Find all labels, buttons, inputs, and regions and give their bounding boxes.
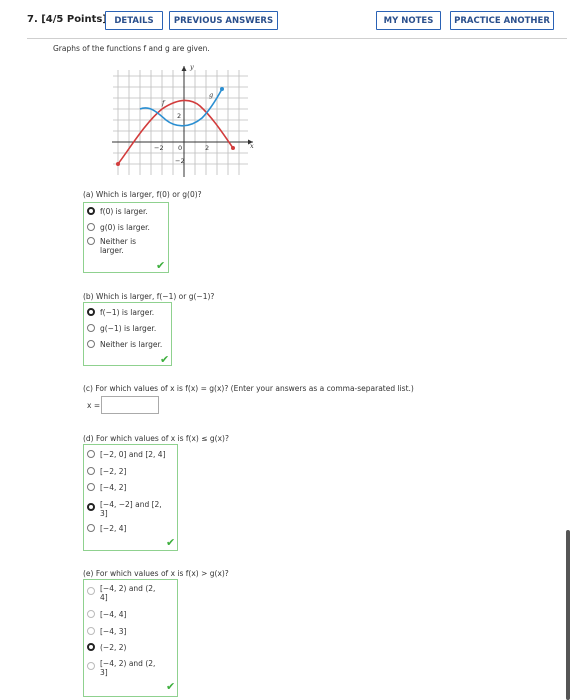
- radio-icon[interactable]: [87, 450, 95, 458]
- option-e-1[interactable]: [−4, 2) and (2, 4]: [87, 584, 162, 602]
- option-a-1[interactable]: f(0) is larger.: [87, 207, 148, 216]
- scrollbar[interactable]: [566, 530, 570, 700]
- option-d-3[interactable]: [−4, 2]: [87, 483, 126, 492]
- answer-box-b: f(−1) is larger. g(−1) is larger. Neithe…: [83, 302, 172, 366]
- radio-icon[interactable]: [87, 587, 95, 595]
- answer-box-a: f(0) is larger. g(0) is larger. Neither …: [83, 202, 169, 273]
- radio-icon[interactable]: [87, 610, 95, 618]
- my-notes-button[interactable]: MY NOTES: [376, 11, 441, 30]
- header-divider: [27, 38, 567, 39]
- svg-text:2: 2: [205, 144, 209, 152]
- radio-icon[interactable]: [87, 627, 95, 635]
- radio-icon[interactable]: [87, 524, 95, 532]
- option-e-5[interactable]: [−4, 2) and (2, 3]: [87, 659, 162, 677]
- option-e-4[interactable]: (−2, 2): [87, 643, 126, 652]
- svg-text:−2: −2: [154, 144, 164, 152]
- svg-text:0: 0: [178, 144, 182, 152]
- radio-selected-icon[interactable]: [87, 503, 95, 511]
- radio-selected-icon[interactable]: [87, 643, 95, 651]
- function-graph: y x f g 2 −2 0 2 −2: [112, 63, 254, 177]
- radio-selected-icon[interactable]: [87, 207, 95, 215]
- radio-icon[interactable]: [87, 467, 95, 475]
- option-a-2[interactable]: g(0) is larger.: [87, 223, 150, 232]
- svg-text:y: y: [189, 63, 194, 71]
- previous-answers-button[interactable]: PREVIOUS ANSWERS: [169, 11, 278, 30]
- svg-text:2: 2: [177, 112, 181, 120]
- svg-text:x: x: [250, 142, 254, 150]
- answer-box-d: [−2, 0] and [2, 4] [−2, 2] [−4, 2] [−4, …: [83, 444, 178, 551]
- radio-icon[interactable]: [87, 223, 95, 231]
- option-d-1[interactable]: [−2, 0] and [2, 4]: [87, 450, 166, 459]
- question-d: (d) For which values of x is f(x) ≤ g(x)…: [83, 434, 229, 443]
- correct-check-icon: ✔: [156, 259, 166, 272]
- radio-icon[interactable]: [87, 483, 95, 491]
- option-a-3[interactable]: Neither is larger.: [87, 237, 147, 255]
- option-d-5[interactable]: [−2, 4]: [87, 524, 126, 533]
- intro-text: Graphs of the functions f and g are give…: [53, 44, 210, 53]
- correct-check-icon: ✔: [160, 353, 170, 366]
- option-d-2[interactable]: [−2, 2]: [87, 467, 126, 476]
- svg-text:f: f: [161, 99, 166, 107]
- option-e-2[interactable]: [−4, 4]: [87, 610, 126, 619]
- correct-check-icon: ✔: [166, 680, 176, 693]
- radio-selected-icon[interactable]: [87, 308, 95, 316]
- radio-icon[interactable]: [87, 237, 95, 245]
- option-b-3[interactable]: Neither is larger.: [87, 340, 162, 349]
- svg-text:g: g: [209, 91, 213, 99]
- question-a: (a) Which is larger, f(0) or g(0)?: [83, 190, 202, 199]
- radio-icon[interactable]: [87, 662, 95, 670]
- answer-input-c[interactable]: [101, 396, 159, 414]
- f-curve: [117, 99, 234, 165]
- question-e: (e) For which values of x is f(x) > g(x)…: [83, 569, 229, 578]
- radio-icon[interactable]: [87, 324, 95, 332]
- answer-box-e: [−4, 2) and (2, 4] [−4, 4] [−4, 3] (−2, …: [83, 579, 178, 697]
- practice-another-button[interactable]: PRACTICE ANOTHER: [450, 11, 554, 30]
- svg-text:−2: −2: [175, 157, 185, 165]
- x-equals-label: x =: [87, 401, 101, 410]
- radio-icon[interactable]: [87, 340, 95, 348]
- question-c: (c) For which values of x is f(x) = g(x)…: [83, 384, 414, 393]
- correct-check-icon: ✔: [166, 536, 176, 549]
- question-b: (b) Which is larger, f(−1) or g(−1)?: [83, 292, 215, 301]
- option-b-2[interactable]: g(−1) is larger.: [87, 324, 156, 333]
- option-e-3[interactable]: [−4, 3]: [87, 627, 126, 636]
- option-d-4[interactable]: [−4, −2] and [2, 3]: [87, 500, 162, 518]
- option-b-1[interactable]: f(−1) is larger.: [87, 308, 154, 317]
- question-title: 7. [4/5 Points]: [27, 14, 107, 25]
- details-button[interactable]: DETAILS: [105, 11, 163, 30]
